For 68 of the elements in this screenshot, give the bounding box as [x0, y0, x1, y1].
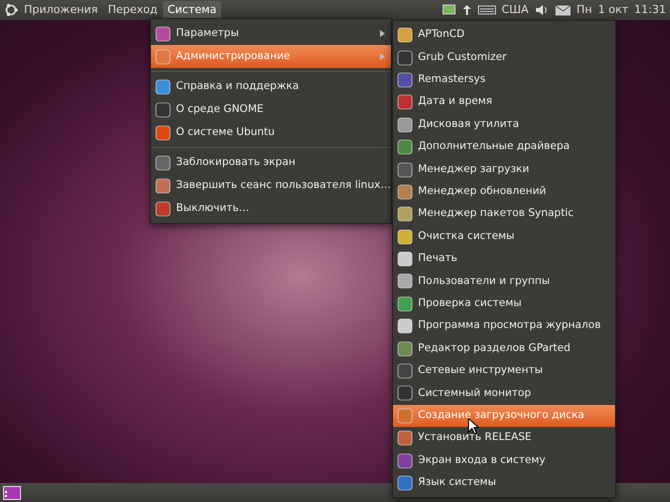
app-icon [397, 273, 413, 290]
menu-item[interactable]: Системный монитор [393, 382, 615, 405]
menu-item[interactable]: Программа просмотра журналов [393, 315, 615, 338]
app-icon [155, 78, 171, 94]
menu-item[interactable]: Дата и время [393, 91, 615, 114]
app-icon [155, 200, 171, 216]
menu-item[interactable]: Дисковая утилита [393, 114, 615, 136]
date-label: 1 окт [598, 2, 628, 18]
menu-item[interactable]: Справка и поддержка [151, 75, 391, 98]
menu-item[interactable]: Remastersys [393, 68, 615, 92]
menu-item[interactable]: Сетевые инструменты [393, 360, 615, 382]
menu-item[interactable]: Завершить сеанс пользователя linux… [151, 174, 391, 197]
app-icon [397, 162, 413, 178]
app-icon [397, 385, 413, 402]
app-icon [155, 124, 171, 140]
menu-item[interactable]: Экран входа в систему [393, 449, 615, 472]
panel-menu[interactable]: Приложения [20, 0, 102, 20]
menu-item[interactable]: Редактор разделов GParted [393, 337, 615, 360]
menu-item[interactable]: Менеджер загрузки [393, 158, 615, 181]
clock-label: 11:31 [634, 2, 666, 18]
day-label: Пн [576, 2, 592, 18]
menu-item[interactable]: Язык системы [393, 472, 615, 494]
app-icon [155, 154, 171, 170]
menu-item[interactable]: APTonCD [393, 24, 615, 46]
menu-item[interactable]: О среде GNOME [151, 98, 391, 121]
menu-item[interactable]: Проверка системы [393, 292, 615, 316]
panel-menu[interactable]: Система [163, 0, 221, 20]
menu-item[interactable]: Установить RELEASE [393, 427, 615, 450]
keyboard-layout-label: США [502, 2, 529, 18]
app-icon [397, 296, 413, 312]
menu-item[interactable]: Заблокировать экран [151, 151, 391, 174]
app-icon [397, 452, 413, 469]
app-icon [397, 363, 413, 380]
app-icon [155, 102, 171, 118]
menu-item[interactable]: Пользователи и группы [393, 270, 615, 293]
menu-item[interactable]: Менеджер обновлений [393, 180, 615, 204]
app-icon [397, 408, 413, 424]
app-icon [397, 228, 413, 245]
show-desktop-icon [3, 486, 21, 500]
menu-item[interactable]: Параметры [151, 22, 391, 45]
menu-item[interactable]: О системе Ubuntu [151, 121, 391, 144]
app-icon [397, 94, 413, 110]
ubuntu-logo-icon [4, 3, 18, 17]
app-icon [155, 178, 171, 194]
mail-icon [554, 4, 571, 16]
panel-menu[interactable]: Переход [104, 0, 162, 20]
app-icon [397, 206, 413, 222]
app-icon [397, 27, 413, 44]
app-icon [397, 139, 413, 156]
menu-item[interactable]: Печать [393, 248, 615, 270]
app-icon [155, 48, 171, 64]
app-icon [397, 50, 413, 66]
app-icon [397, 251, 413, 268]
app-icon [155, 26, 171, 42]
keyboard-icon [478, 5, 496, 15]
menu-item[interactable]: Менеджер пакетов Synaptic [393, 203, 615, 226]
app-icon [397, 318, 413, 334]
app-icon [397, 116, 413, 133]
menu-item[interactable]: Дополнительные драйвера [393, 136, 615, 158]
menu-item[interactable]: Очистка системы [393, 226, 615, 248]
volume-icon [534, 4, 549, 16]
app-icon [397, 340, 413, 357]
menu-item[interactable]: Выключить… [151, 197, 391, 220]
app-icon [397, 430, 413, 446]
app-icon [397, 72, 413, 88]
app-icon [397, 184, 413, 200]
app-icon [397, 475, 413, 491]
menu-item[interactable]: Grub Customizer [393, 46, 615, 69]
